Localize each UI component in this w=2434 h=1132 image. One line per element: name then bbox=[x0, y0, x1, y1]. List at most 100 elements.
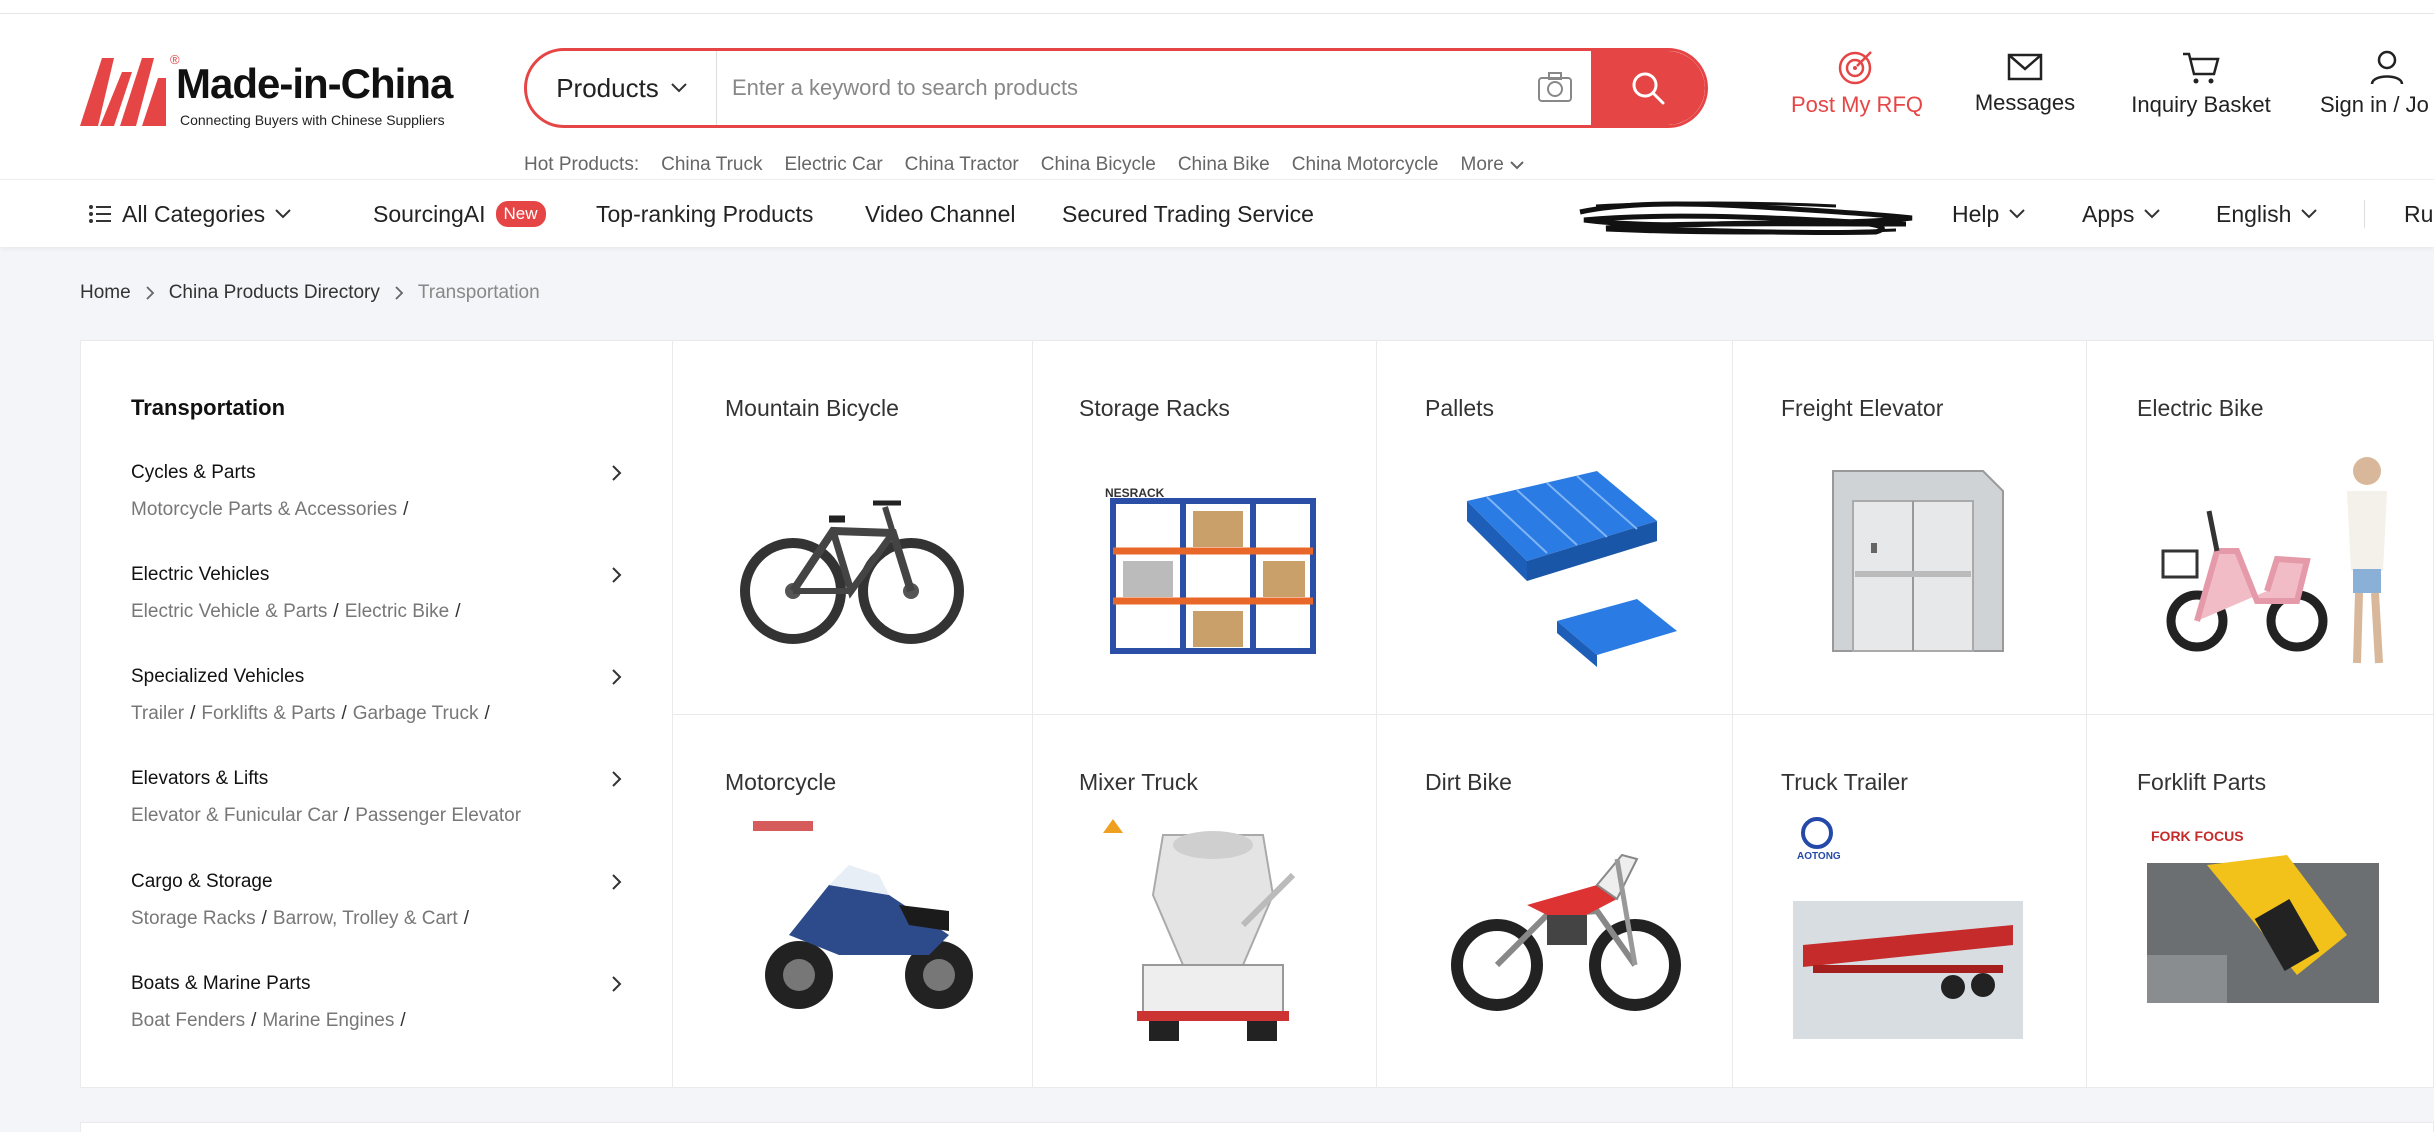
chevron-right-icon bbox=[612, 669, 622, 685]
sidebar-category-name: Specialized Vehicles bbox=[131, 666, 305, 687]
sidebar-category-head[interactable]: Specialized Vehicles bbox=[131, 663, 623, 691]
truck-trailer-image: AOTONG bbox=[1793, 817, 2023, 1039]
camera-icon[interactable] bbox=[1537, 71, 1573, 103]
product-card[interactable]: Truck Trailer AOTONG bbox=[1733, 715, 2087, 1087]
product-title: Storage Racks bbox=[1079, 395, 1230, 421]
top-strip bbox=[0, 0, 2434, 14]
sidebar-category-head[interactable]: Cargo & Storage bbox=[131, 868, 623, 896]
subcategory-link[interactable]: Trailer bbox=[131, 703, 184, 724]
product-card[interactable]: Forklift Parts FORK FOCUS bbox=[2087, 715, 2433, 1087]
product-card[interactable]: Dirt Bike bbox=[1377, 715, 1733, 1087]
subcategory-link[interactable]: Marine Engines bbox=[262, 1010, 394, 1031]
dirt-bike-image bbox=[1451, 853, 1681, 1011]
hot-products-bar: Hot Products: China Truck Electric Car C… bbox=[524, 150, 1524, 180]
chevron-right-icon bbox=[395, 286, 404, 300]
chevron-right-icon bbox=[612, 771, 622, 787]
mountain-bicycle-image bbox=[740, 500, 964, 644]
forklift-brand-text: FORK FOCUS bbox=[2151, 828, 2244, 844]
product-title: Pallets bbox=[1425, 395, 1495, 421]
nav-video-channel[interactable]: Video Channel bbox=[865, 180, 1015, 248]
subcategory-link[interactable]: Motorcycle Parts & Accessories bbox=[131, 499, 397, 520]
product-grid: Mountain Bicycle Storage Racks NESRACK P… bbox=[673, 341, 2433, 1087]
subcategory-link[interactable]: Electric Bike bbox=[345, 601, 450, 622]
sidebar-category-head[interactable]: Elevators & Lifts bbox=[131, 765, 623, 793]
post-rfq-button[interactable]: Post My RFQ bbox=[1790, 48, 1924, 138]
breadcrumb-home[interactable]: Home bbox=[80, 282, 131, 304]
rack-brand-text: NESRACK bbox=[1105, 486, 1165, 500]
product-card[interactable]: Freight Elevator bbox=[1733, 341, 2087, 715]
sidebar-subcategories: Elevator & Funicular Car / Passenger Eleva… bbox=[131, 805, 522, 826]
chevron-down-icon bbox=[1510, 160, 1524, 169]
nav-top-ranking[interactable]: Top-ranking Products bbox=[596, 180, 813, 248]
hot-product-link[interactable]: China Bicycle bbox=[1041, 154, 1156, 176]
product-card[interactable]: Electric Bike bbox=[2087, 341, 2433, 715]
search-button[interactable] bbox=[1591, 51, 1705, 125]
nav-secured-trading[interactable]: Secured Trading Service bbox=[1062, 180, 1314, 248]
subcategory-link[interactable]: Forklifts & Parts bbox=[201, 703, 335, 724]
nav-help[interactable]: Help bbox=[1952, 180, 2026, 248]
chevron-down-icon bbox=[671, 83, 687, 93]
sidebar-subcategories: Motorcycle Parts & Accessories / bbox=[131, 499, 409, 520]
chevron-down-icon bbox=[275, 209, 291, 219]
sidebar-category-head[interactable]: Electric Vehicles bbox=[131, 561, 623, 589]
subcategory-link[interactable]: Barrow, Trolley & Cart bbox=[273, 908, 458, 929]
hot-products-more[interactable]: More bbox=[1461, 154, 1524, 176]
trailer-brand-text: AOTONG bbox=[1797, 851, 1841, 862]
subcategory-link[interactable]: Boat Fenders bbox=[131, 1010, 245, 1031]
sidebar-category: Cargo & Storage Storage Racks / Barrow, Tr… bbox=[131, 868, 623, 930]
sidebar-category: Electric Vehicles Electric Vehicle & Par… bbox=[131, 561, 623, 623]
mixer-truck-image bbox=[1103, 819, 1296, 1041]
language-select[interactable]: English bbox=[2216, 180, 2318, 248]
chevron-right-icon bbox=[612, 465, 622, 481]
site-logo[interactable]: ® Made-in-China Connecting Buyers with C… bbox=[80, 48, 453, 132]
sign-in-label: Sign in / Jo bbox=[2320, 92, 2429, 117]
sidebar-category: Elevators & Lifts Elevator & Funicular C… bbox=[131, 765, 623, 827]
product-card[interactable]: Pallets bbox=[1377, 341, 1733, 715]
nav-apps[interactable]: Apps bbox=[2082, 180, 2161, 248]
inquiry-basket-button[interactable]: Inquiry Basket bbox=[2124, 48, 2278, 138]
product-card[interactable]: Mixer Truck bbox=[1033, 715, 1377, 1087]
messages-button[interactable]: Messages bbox=[1966, 48, 2084, 138]
breadcrumb-directory[interactable]: China Products Directory bbox=[169, 282, 380, 304]
ru-label: Ru bbox=[2404, 200, 2434, 227]
hot-product-link[interactable]: China Tractor bbox=[905, 154, 1019, 176]
sidebar-category: Boats & Marine Parts Boat Fenders / Marine… bbox=[131, 970, 623, 1032]
redaction-scribble bbox=[1579, 201, 1913, 236]
category-panel: Transportation Cycles & Parts Motorcycle… bbox=[80, 340, 2434, 1088]
subcategory-link[interactable]: Garbage Truck bbox=[353, 703, 479, 724]
sidebar-category-name: Elevators & Lifts bbox=[131, 768, 269, 789]
sidebar-subcategories: Storage Racks / Barrow, Trolley & Cart / bbox=[131, 908, 469, 929]
subcategory-link[interactable]: Storage Racks bbox=[131, 908, 256, 929]
sidebar-category-name: Electric Vehicles bbox=[131, 564, 270, 585]
hot-product-link[interactable]: China Bike bbox=[1178, 154, 1270, 176]
user-icon bbox=[2370, 50, 2404, 85]
hot-product-link[interactable]: China Truck bbox=[661, 154, 762, 176]
new-badge: New bbox=[495, 201, 546, 227]
nav-sourcing-ai[interactable]: SourcingAI New bbox=[373, 180, 546, 248]
subcategory-link[interactable]: Elevator & Funicular Car bbox=[131, 805, 338, 826]
subcategory-link[interactable]: Electric Vehicle & Parts bbox=[131, 601, 327, 622]
chevron-right-icon bbox=[612, 976, 622, 992]
product-card[interactable]: Storage Racks NESRACK bbox=[1033, 341, 1377, 715]
product-card[interactable]: Motorcycle bbox=[673, 715, 1033, 1087]
all-categories-menu[interactable]: All Categories bbox=[88, 180, 291, 248]
product-title: Mixer Truck bbox=[1079, 769, 1198, 795]
search-input[interactable] bbox=[732, 51, 1512, 125]
product-card[interactable]: Mountain Bicycle bbox=[673, 341, 1033, 715]
language-label: English bbox=[2216, 200, 2292, 227]
breadcrumb-current: Transportation bbox=[417, 282, 540, 303]
sign-in-link[interactable]: Sign in / Jo bbox=[2320, 48, 2434, 138]
search-category-select[interactable]: Products bbox=[527, 51, 717, 125]
subcategory-link[interactable]: Passenger Elevator bbox=[355, 805, 521, 826]
sidebar-title: Transportation bbox=[131, 395, 286, 420]
sidebar-category-name: Boats & Marine Parts bbox=[131, 973, 311, 994]
sidebar-category-head[interactable]: Cycles & Parts bbox=[131, 459, 623, 487]
inquiry-basket-label: Inquiry Basket bbox=[2131, 92, 2271, 117]
video-channel-label: Video Channel bbox=[865, 200, 1016, 227]
hot-product-link[interactable]: China Motorcycle bbox=[1292, 154, 1439, 176]
nav-ru-link[interactable]: Ru bbox=[2404, 180, 2433, 248]
hot-product-link[interactable]: Electric Car bbox=[784, 154, 882, 176]
electric-bike-image bbox=[2161, 457, 2387, 664]
sidebar-category-head[interactable]: Boats & Marine Parts bbox=[131, 970, 623, 998]
sidebar-category-name: Cycles & Parts bbox=[131, 462, 256, 483]
